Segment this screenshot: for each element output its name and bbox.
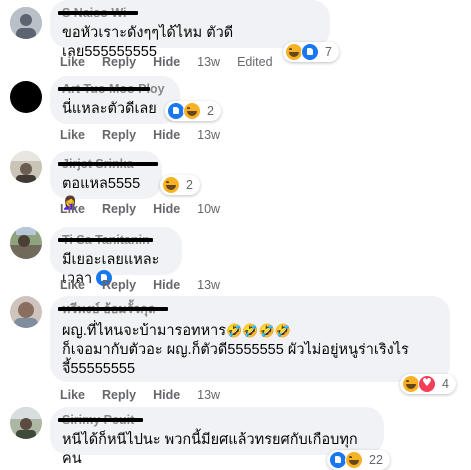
like-button[interactable]: Like	[60, 202, 85, 216]
avatar[interactable]	[10, 227, 42, 259]
hide-button[interactable]: Hide	[153, 55, 180, 69]
avatar[interactable]	[10, 407, 42, 439]
like-button[interactable]: Like	[60, 128, 85, 142]
haha-reaction-icon	[183, 102, 201, 120]
comment-bubble: Ti Sa Tanitanin มีเยอะเลยแหละเวลา	[50, 227, 182, 287]
comment-author[interactable]: S Naiso Wi	[58, 6, 318, 20]
comment-author[interactable]: ทวีพงษ์ อ้อมรั้วกุล	[58, 302, 438, 316]
avatar[interactable]	[10, 151, 42, 183]
reaction-count: 22	[369, 453, 383, 467]
comment-bubble: Art Tuo Moo Ploy นี่แหละตัวดีเลย	[50, 76, 180, 124]
comment-actions: Like Reply Hide 13w	[60, 278, 237, 292]
comment-bubble: Sirimy Peuit หนีได้ก็หนีไปนะ พวกนี้มียศแ…	[50, 407, 384, 467]
comment-actions: Like Reply Hide 13w	[60, 128, 237, 142]
comment-text: ผญ.ที่ไหนจะบ้ามารอทหาร🤣🤣🤣🤣 ก็เจอมากับตัว…	[62, 323, 409, 377]
comment-text: หนีได้ก็หนีไปนะ พวกนี้มียศแล้วทรยศกับเกื…	[62, 432, 358, 467]
rofl-emoji: 🤣🤣🤣🤣	[226, 324, 291, 339]
reaction-summary[interactable]: 7	[283, 42, 339, 62]
like-button[interactable]: Like	[60, 278, 85, 292]
reaction-count: 7	[325, 45, 332, 59]
comment-timestamp[interactable]: 13w	[197, 278, 220, 292]
reply-button[interactable]: Reply	[102, 202, 136, 216]
reply-button[interactable]: Reply	[102, 388, 136, 402]
reaction-summary[interactable]: 22	[327, 450, 390, 470]
comment-bubble: S Naiso Wi ขอหัวเราะดังๆๆได้ไหม ตัวดีเลย…	[50, 0, 330, 60]
reply-button[interactable]: Reply	[102, 128, 136, 142]
hide-button[interactable]: Hide	[153, 202, 180, 216]
edited-label: Edited	[237, 55, 273, 69]
comment-author[interactable]: Sirimy Peuit	[58, 413, 372, 427]
like-button[interactable]: Like	[60, 388, 85, 402]
reaction-count: 4	[442, 377, 449, 391]
reaction-count: 2	[186, 178, 193, 192]
comment-timestamp[interactable]: 13w	[197, 128, 220, 142]
comment-author[interactable]: Art Tuo Moo Ploy	[58, 82, 168, 96]
avatar[interactable]	[10, 7, 42, 39]
love-reaction-icon	[418, 375, 436, 393]
comment-bubble: Jirjet Srinka ตอแหล5555🤦‍♀️	[50, 151, 162, 211]
hide-button[interactable]: Hide	[153, 128, 180, 142]
comment-actions: Like Reply Hide 13w Edited	[60, 55, 290, 69]
reaction-summary[interactable]: 4	[400, 374, 456, 394]
avatar[interactable]	[10, 81, 42, 113]
hide-button[interactable]: Hide	[153, 278, 180, 292]
comment-timestamp[interactable]: 13w	[197, 55, 220, 69]
comment-actions: Like Reply Hide 13w	[60, 388, 237, 402]
like-reaction-icon	[301, 43, 319, 61]
comment-text: นี่แหละตัวดีเลย	[62, 101, 157, 117]
reply-button[interactable]: Reply	[102, 55, 136, 69]
like-button[interactable]: Like	[60, 55, 85, 69]
comment-actions: Like Reply Hide 10w	[60, 202, 237, 216]
comment-author[interactable]: Ti Sa Tanitanin	[58, 233, 170, 247]
reaction-summary[interactable]: 2	[160, 175, 200, 195]
reply-button[interactable]: Reply	[102, 278, 136, 292]
comment-bubble: ทวีพงษ์ อ้อมรั้วกุล ผญ.ที่ไหนจะบ้ามารอทห…	[50, 296, 450, 382]
reaction-summary[interactable]: 2	[165, 101, 221, 121]
comment-author[interactable]: Jirjet Srinka	[58, 157, 158, 171]
avatar[interactable]	[10, 296, 42, 328]
haha-reaction-icon	[345, 451, 363, 469]
haha-reaction-icon	[162, 176, 180, 194]
comment-timestamp[interactable]: 10w	[197, 202, 220, 216]
reaction-count: 2	[207, 104, 214, 118]
hide-button[interactable]: Hide	[153, 388, 180, 402]
comment-timestamp[interactable]: 13w	[197, 388, 220, 402]
